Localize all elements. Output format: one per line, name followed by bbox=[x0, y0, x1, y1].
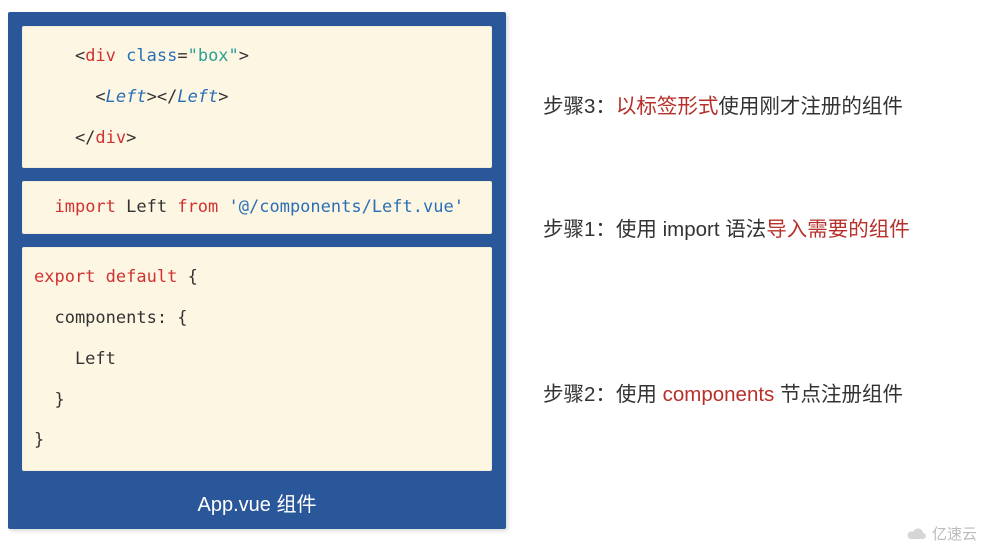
punct: < bbox=[34, 87, 106, 107]
gt: > bbox=[239, 46, 249, 66]
watermark: 亿速云 bbox=[906, 523, 977, 544]
sp bbox=[116, 46, 126, 66]
brace: { bbox=[177, 267, 197, 287]
sp bbox=[95, 267, 105, 287]
code-block-template: <div class="box"> <Left></Left> </div> bbox=[22, 26, 492, 168]
punct: ></ bbox=[147, 87, 178, 107]
string-path: '@/components/Left.vue' bbox=[229, 197, 464, 217]
eq: = bbox=[177, 46, 187, 66]
panel-caption: App.vue 组件 bbox=[22, 484, 492, 523]
step-1: 步骤1：使用 import 语法导入需要的组件 bbox=[543, 215, 987, 246]
left-ident: Left bbox=[34, 349, 116, 369]
step-3: 步骤3：以标签形式使用刚才注册的组件 bbox=[543, 92, 987, 123]
kw-default: default bbox=[106, 267, 178, 287]
component-panel: <div class="box"> <Left></Left> </div> i… bbox=[8, 12, 506, 529]
kw-from: from bbox=[177, 197, 218, 217]
attr-class: class bbox=[126, 46, 177, 66]
ident: Left bbox=[116, 197, 177, 217]
step-2-pre: 步骤2：使用 bbox=[543, 383, 663, 406]
cloud-icon bbox=[906, 527, 928, 541]
sp bbox=[218, 197, 228, 217]
code-block-import: import Left from '@/components/Left.vue' bbox=[22, 181, 492, 234]
kw-export: export bbox=[34, 267, 95, 287]
step-2-post: 节点注册组件 bbox=[774, 383, 903, 406]
brace-close: } bbox=[34, 390, 65, 410]
watermark-text: 亿速云 bbox=[932, 523, 977, 544]
punct: </ bbox=[34, 128, 95, 148]
indent bbox=[34, 197, 54, 217]
brace-close: } bbox=[34, 430, 44, 450]
tag-div-close: div bbox=[95, 128, 126, 148]
punct: < bbox=[34, 46, 85, 66]
tag-div: div bbox=[85, 46, 116, 66]
step-3-red: 以标签形式 bbox=[616, 95, 719, 118]
tag-left-close: Left bbox=[177, 87, 218, 107]
step-2-red: components bbox=[663, 383, 775, 406]
components-key: components: { bbox=[34, 308, 188, 328]
step-3-post: 使用刚才注册的组件 bbox=[718, 95, 903, 118]
attr-value: "box" bbox=[188, 46, 239, 66]
code-block-export: export default { components: { Left } } bbox=[22, 247, 492, 471]
step-2: 步骤2：使用 components 节点注册组件 bbox=[543, 380, 987, 411]
punct: > bbox=[126, 128, 136, 148]
punct: > bbox=[218, 87, 228, 107]
tag-left-open: Left bbox=[106, 87, 147, 107]
step-1-pre: 步骤1：使用 import 语法 bbox=[543, 218, 766, 241]
step-1-red: 导入需要的组件 bbox=[766, 218, 910, 241]
step-3-pre: 步骤3： bbox=[543, 95, 616, 118]
kw-import: import bbox=[54, 197, 115, 217]
